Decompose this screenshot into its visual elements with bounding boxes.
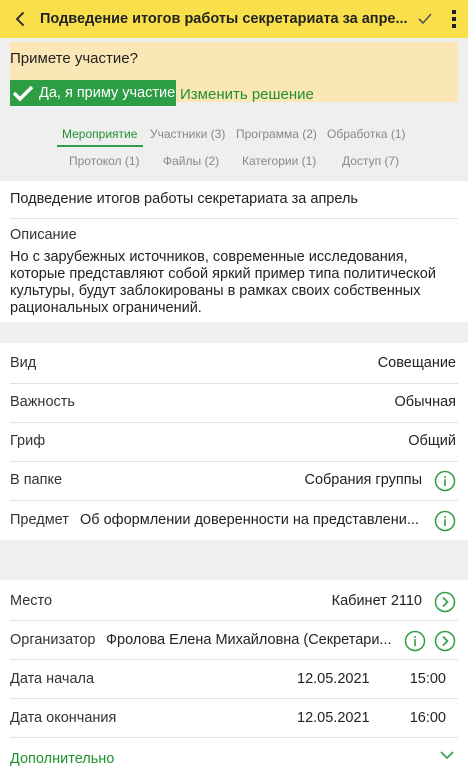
subject-label: Предмет [10, 512, 69, 528]
tab-access[interactable]: Доступ (7) [342, 154, 399, 168]
checkmark-icon [418, 13, 432, 25]
property-row-folder[interactable]: В папке Собрания группы [0, 461, 468, 500]
accept-participation-button[interactable]: Да, я приму участие [10, 80, 176, 106]
event-summary-card: Подведение итогов работы секретариата за… [0, 181, 468, 322]
end-time-value[interactable]: 16:00 [410, 710, 446, 726]
start-date-row[interactable]: Дата начала 12.05.2021 15:00 [0, 660, 468, 699]
accept-participation-label: Да, я приму участие [39, 85, 176, 101]
organizer-label: Организатор [10, 632, 96, 648]
end-date-value[interactable]: 12.05.2021 [297, 710, 370, 726]
property-row-type[interactable]: Вид Совещание [0, 344, 468, 383]
importance-label: Важность [10, 394, 75, 410]
divider [10, 218, 458, 219]
tab-participants[interactable]: Участники (3) [150, 127, 225, 141]
importance-value: Обычная [394, 394, 456, 410]
end-date-label: Дата окончания [10, 710, 117, 726]
event-title[interactable]: Подведение итогов работы секретариата за… [10, 191, 358, 207]
place-label: Место [10, 593, 53, 609]
tab-processing[interactable]: Обработка (1) [327, 127, 406, 141]
description-text[interactable]: Но с зарубежных источников, современные … [10, 249, 458, 317]
additional-label: Дополнительно [10, 751, 115, 767]
folder-value: Собрания группы [304, 472, 422, 488]
end-date-row[interactable]: Дата окончания 12.05.2021 16:00 [0, 699, 468, 738]
back-button[interactable] [0, 0, 40, 38]
app-header: Подведение итогов работы секретариата за… [0, 0, 468, 38]
active-tab-indicator [57, 145, 143, 147]
organizer-row[interactable]: Организатор Фролова Елена Михайловна (Се… [0, 621, 468, 660]
page-title: Подведение итогов работы секретариата за… [40, 11, 408, 27]
description-label: Описание [10, 227, 77, 243]
property-row-classification[interactable]: Гриф Общий [0, 422, 468, 461]
info-icon[interactable] [434, 510, 456, 532]
tab-program[interactable]: Программа (2) [236, 127, 317, 141]
properties-card: Вид Совещание Важность Обычная Гриф Общи… [0, 343, 468, 540]
start-time-value[interactable]: 15:00 [410, 671, 446, 687]
additional-section-toggle[interactable]: Дополнительно [0, 738, 468, 770]
chevron-right-circle-icon[interactable] [434, 591, 456, 613]
confirm-button[interactable] [410, 0, 440, 38]
place-value: Кабинет 2110 [331, 593, 422, 609]
organizer-value: Фролова Елена Михайловна (Секретари... [106, 632, 392, 648]
type-value: Совещание [377, 355, 456, 371]
more-menu-button[interactable] [440, 0, 468, 38]
chevron-down-icon [440, 751, 454, 760]
arrow-left-icon [15, 12, 24, 26]
more-vertical-icon [452, 10, 456, 28]
tab-categories[interactable]: Категории (1) [242, 154, 316, 168]
tab-protocol[interactable]: Протокол (1) [69, 154, 140, 168]
tab-event[interactable]: Мероприятие [62, 127, 137, 141]
info-icon[interactable] [404, 630, 426, 652]
classification-label: Гриф [10, 433, 46, 449]
tab-files[interactable]: Файлы (2) [163, 154, 219, 168]
participation-panel: Примете участие? Да, я приму участие Изм… [10, 42, 458, 106]
folder-label: В папке [10, 472, 63, 488]
chevron-right-circle-icon[interactable] [434, 630, 456, 652]
start-date-value[interactable]: 12.05.2021 [297, 671, 370, 687]
type-label: Вид [10, 355, 37, 371]
property-row-subject[interactable]: Предмет Об оформлении доверенности на пр… [0, 501, 468, 540]
subject-value: Об оформлении доверенности на представле… [80, 512, 419, 528]
checkmark-icon [12, 85, 34, 102]
participation-question: Примете участие? [10, 50, 138, 67]
property-row-importance[interactable]: Важность Обычная [0, 383, 468, 422]
participation-section: Примете участие? Да, я приму участие Изм… [0, 38, 468, 106]
info-icon[interactable] [434, 470, 456, 492]
place-row[interactable]: Место Кабинет 2110 [0, 582, 468, 621]
change-decision-link[interactable]: Изменить решение [180, 86, 314, 103]
start-date-label: Дата начала [10, 671, 95, 687]
classification-value: Общий [408, 433, 456, 449]
